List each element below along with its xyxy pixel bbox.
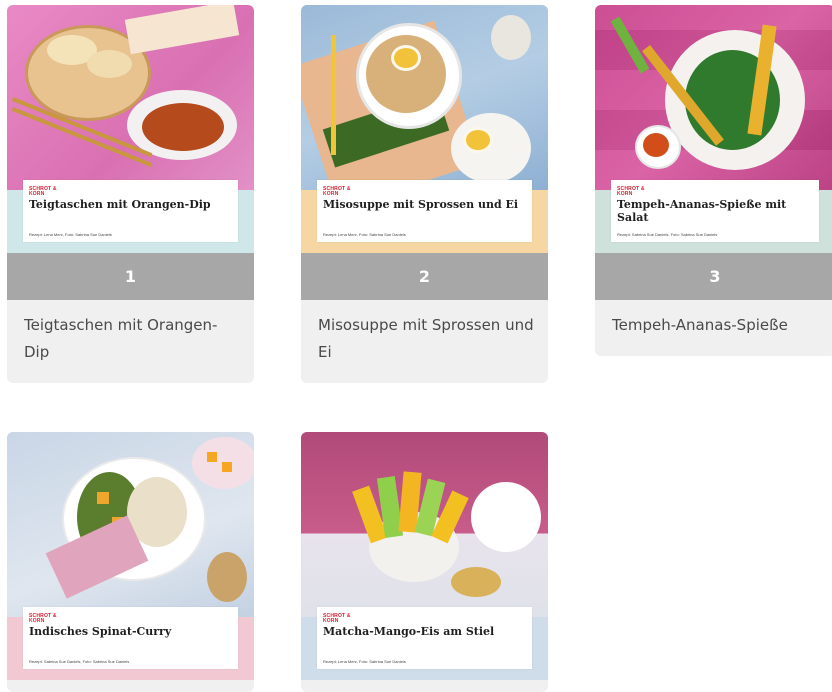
page-number: 1 [7, 253, 254, 300]
brand-logo: SCHROT & KORN [617, 186, 645, 197]
cover-label: SCHROT & KORN Indisches Spinat-Curry Rez… [23, 607, 238, 669]
cover-title: Indisches Spinat-Curry [29, 625, 172, 638]
recipe-card-1[interactable]: SCHROT & KORN Teigtaschen mit Orangen-Di… [7, 5, 254, 383]
recipe-cover-image[interactable]: SCHROT & KORN Teigtaschen mit Orangen-Di… [7, 5, 254, 253]
cover-label: SCHROT & KORN Misosuppe mit Sprossen und… [317, 180, 532, 242]
cover-label: SCHROT & KORN Matcha-Mango-Eis am Stiel … [317, 607, 532, 669]
cover-credit: Rezept: Sabrina Sue Daniels, Foto: Sabri… [617, 232, 718, 237]
cover-credit: Rezept: Lena Merz, Foto: Sabrina Sue Dan… [323, 232, 406, 237]
cover-credit: Rezept: Lena Merz, Foto: Sabrina Sue Dan… [29, 232, 112, 237]
food-photo [301, 5, 548, 210]
brand-logo: SCHROT & KORN [29, 186, 57, 197]
food-photo [7, 5, 254, 190]
recipe-cover-image[interactable]: SCHROT & KORN Matcha-Mango-Eis am Stiel … [301, 432, 548, 680]
cover-label: SCHROT & KORN Teigtaschen mit Orangen-Di… [23, 180, 238, 242]
brand-logo: SCHROT & KORN [323, 613, 351, 624]
recipe-caption[interactable]: Teigtaschen mit Orangen-Dip [24, 312, 240, 366]
recipe-caption[interactable]: Misosuppe mit Sprossen und Ei [318, 312, 534, 366]
food-photo [301, 432, 548, 617]
recipe-cover-image[interactable]: SCHROT & KORN Tempeh-Ananas-Spieße mit S… [595, 5, 832, 253]
brand-logo: SCHROT & KORN [29, 613, 57, 624]
recipe-card-4[interactable]: SCHROT & KORN Indisches Spinat-Curry Rez… [7, 432, 254, 692]
recipe-cover-image[interactable]: SCHROT & KORN Misosuppe mit Sprossen und… [301, 5, 548, 253]
recipe-card-2[interactable]: SCHROT & KORN Misosuppe mit Sprossen und… [301, 5, 548, 383]
cover-title: Teigtaschen mit Orangen-Dip [29, 198, 211, 211]
cover-title: Matcha-Mango-Eis am Stiel [323, 625, 495, 638]
page-number: 3 [595, 253, 832, 300]
food-photo [595, 5, 832, 190]
cover-credit: Rezept: Sabrina Sue Daniels, Foto: Sabri… [29, 659, 130, 664]
brand-logo: SCHROT & KORN [323, 186, 351, 197]
cover-credit: Rezept: Lena Merz, Foto: Sabrina Sue Dan… [323, 659, 406, 664]
page-number: 2 [301, 253, 548, 300]
recipe-cover-image[interactable]: SCHROT & KORN Indisches Spinat-Curry Rez… [7, 432, 254, 680]
cover-title: Misosuppe mit Sprossen und Ei [323, 198, 519, 211]
cover-title: Tempeh-Ananas-Spieße mit Salat [617, 198, 787, 224]
recipe-card-3[interactable]: SCHROT & KORN Tempeh-Ananas-Spieße mit S… [595, 5, 832, 356]
food-photo [7, 432, 254, 617]
cover-label: SCHROT & KORN Tempeh-Ananas-Spieße mit S… [611, 180, 819, 242]
recipe-card-5[interactable]: SCHROT & KORN Matcha-Mango-Eis am Stiel … [301, 432, 548, 692]
recipe-caption[interactable]: Tempeh-Ananas-Spieße [612, 312, 821, 339]
